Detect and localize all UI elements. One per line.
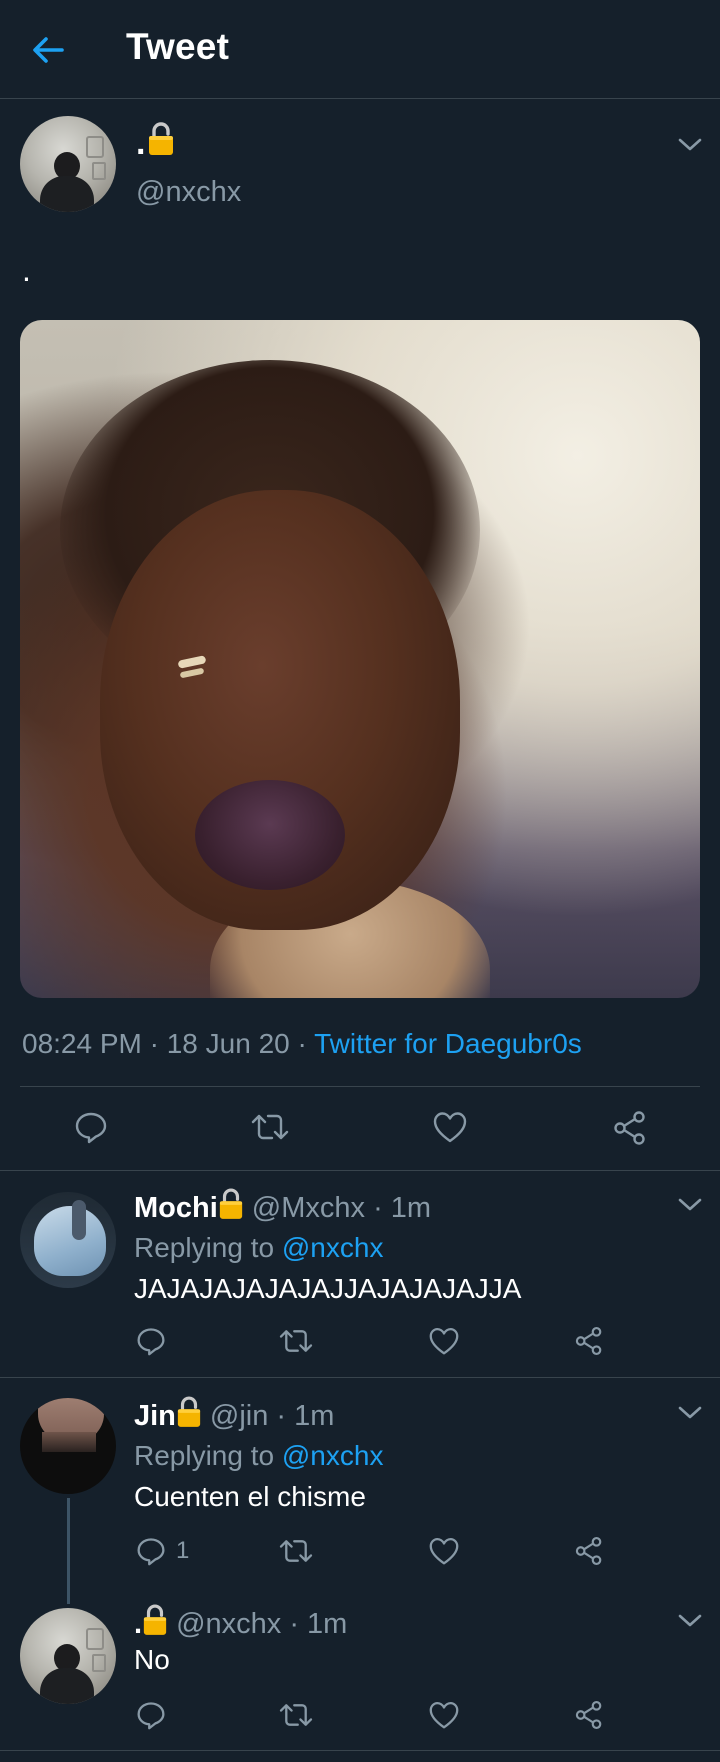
chevron-down-icon[interactable] [676,136,704,154]
share-button[interactable] [574,1326,604,1356]
reply-handle: @Mxchx · 1m [251,1191,432,1224]
share-icon [612,1110,648,1146]
author-name[interactable]: . [136,122,175,165]
like-button[interactable] [428,1326,460,1356]
replying-to: Replying to @nxchx [134,1232,383,1264]
avatar-decor [92,1654,106,1672]
padlock-icon [176,1396,202,1436]
reply-display-name: Jin [134,1399,176,1432]
reply-handle: @nxchx · 1m [176,1607,348,1640]
avatar-decor [40,176,94,212]
padlock-icon [142,1604,168,1644]
retweet-button[interactable] [278,1700,314,1730]
retweet-button[interactable] [278,1326,314,1356]
avatar-decor [86,1628,104,1650]
like-button[interactable] [428,1536,460,1566]
reply-author[interactable]: Jin @jin · 1m [134,1396,334,1436]
like-button[interactable] [432,1110,468,1144]
reply-text: JAJAJAJAJAJAJJAJAJAJAJJA [134,1273,522,1304]
reply-handle: @jin · 1m [209,1399,335,1432]
share-button[interactable] [574,1700,604,1730]
comment-icon [136,1700,166,1730]
share-button[interactable] [574,1536,604,1566]
reply-display-name: . [134,1607,143,1640]
tweet-timestamp: 08:24 PM · 18 Jun 20 · [22,1028,315,1059]
avatar-decor [40,1668,94,1704]
avatar-decor [92,162,106,180]
like-button[interactable] [428,1700,460,1730]
reply-count: 1 [176,1537,190,1564]
reply-author[interactable]: Mochi @Mxchx · 1m [134,1188,431,1228]
divider [0,1377,720,1378]
avatar-decor [42,1432,96,1452]
top-bar: Tweet [0,0,720,99]
tweet-image[interactable] [20,320,700,998]
replying-to: Replying to @nxchx [134,1440,383,1472]
reply-author[interactable]: . @nxchx · 1m [134,1604,347,1644]
thread-connector [67,1498,70,1604]
comment-icon [136,1536,166,1566]
page-title: Tweet [126,26,230,67]
tweet-text: . [22,252,31,288]
retweet-icon [250,1110,290,1144]
avatar[interactable] [20,1192,116,1288]
replying-prefix: Replying to [134,1232,282,1263]
divider [0,1170,720,1171]
padlock-icon [147,122,175,165]
retweet-icon [278,1536,314,1566]
heart-icon [432,1110,468,1144]
reply-button[interactable] [74,1110,108,1144]
image-region [195,780,345,890]
divider [0,1750,720,1751]
avatar[interactable] [20,1608,116,1704]
replying-prefix: Replying to [134,1440,282,1471]
padlock-icon [218,1188,244,1228]
retweet-button[interactable] [278,1536,314,1566]
reply-display-name: Mochi [134,1191,218,1224]
retweet-icon [278,1326,314,1356]
divider [20,1086,700,1087]
share-icon [574,1700,604,1730]
author-handle[interactable]: @nxchx [136,176,241,209]
share-icon [574,1536,604,1566]
chevron-down-icon[interactable] [676,1612,704,1630]
tweet-source-link[interactable]: Twitter for Daegubr0s [314,1028,582,1059]
reply-button[interactable]: 1 [136,1536,189,1566]
share-icon [574,1326,604,1356]
reply-text: Cuenten el chisme [134,1481,366,1512]
avatar[interactable] [20,116,116,212]
reply-button[interactable] [136,1326,176,1356]
avatar[interactable] [20,1398,116,1494]
author-display-name: . [136,124,146,162]
tweet-meta: 08:24 PM · 18 Jun 20 · Twitter for Daegu… [22,1028,582,1060]
back-arrow-icon[interactable] [28,30,68,70]
heart-icon [428,1326,460,1356]
reply-button[interactable] [136,1700,176,1730]
reply-text: No [134,1644,170,1675]
chevron-down-icon[interactable] [676,1196,704,1214]
comment-icon [74,1110,108,1144]
avatar-decor [86,136,104,158]
retweet-button[interactable] [250,1110,290,1144]
heart-icon [428,1700,460,1730]
chevron-down-icon[interactable] [676,1404,704,1422]
share-button[interactable] [612,1110,648,1146]
heart-icon [428,1536,460,1566]
replying-to-link[interactable]: @nxchx [282,1440,384,1471]
avatar-decor [34,1206,106,1276]
avatar-decor [72,1200,86,1240]
retweet-icon [278,1700,314,1730]
replying-to-link[interactable]: @nxchx [282,1232,384,1263]
comment-icon [136,1326,166,1356]
